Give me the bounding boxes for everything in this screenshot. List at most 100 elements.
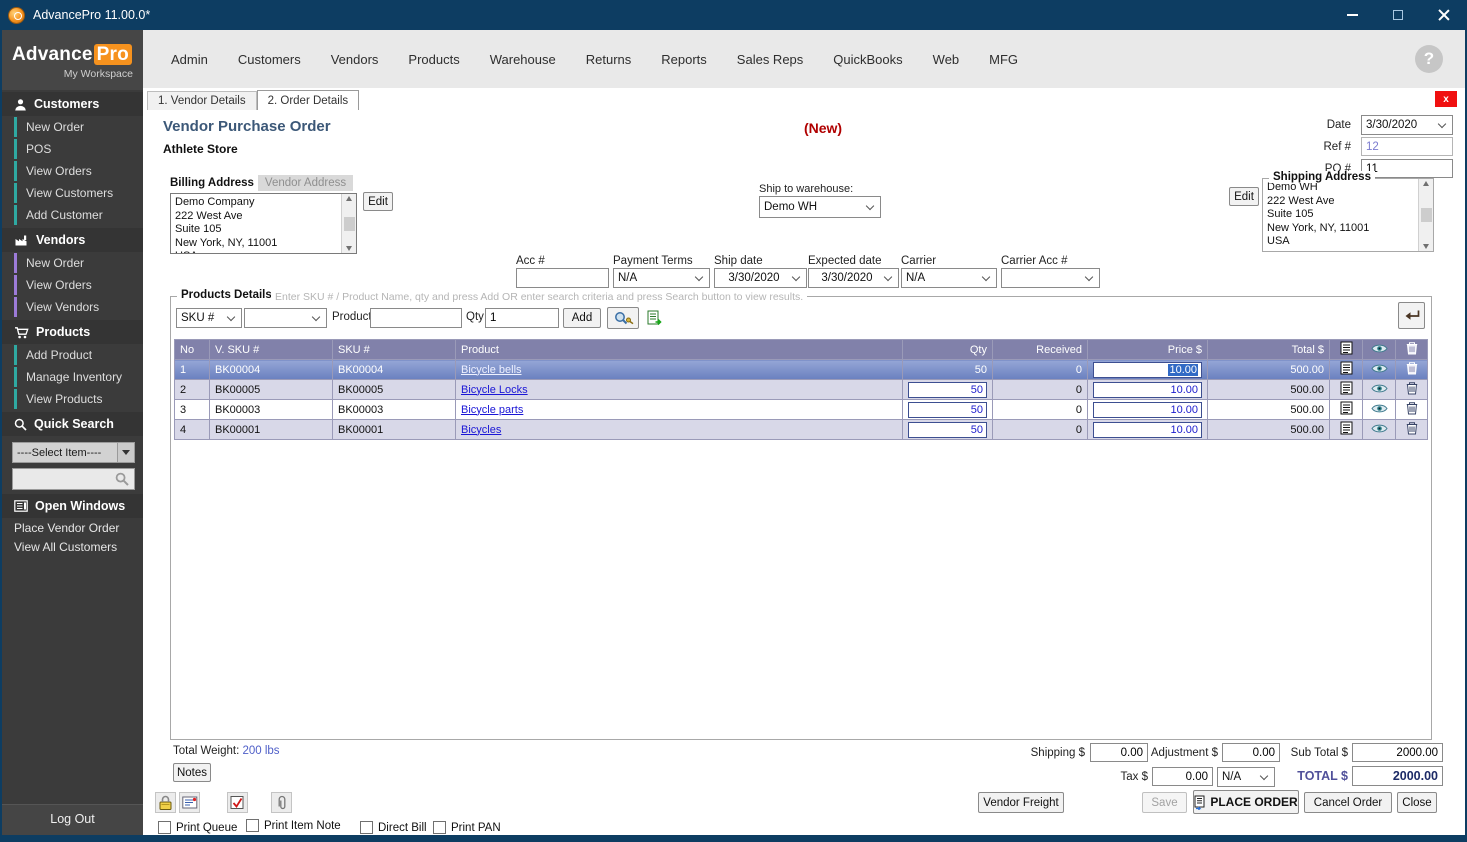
ship-to-warehouse-select[interactable]: Demo WH <box>759 196 881 218</box>
logout-button[interactable]: Log Out <box>2 804 143 835</box>
place-order-button[interactable]: PLACE ORDER <box>1193 790 1299 814</box>
row-delete-button[interactable] <box>1396 380 1428 400</box>
save-button[interactable]: Save <box>1142 792 1187 813</box>
ref-input[interactable] <box>1361 137 1453 156</box>
sku-value-select[interactable] <box>244 308 327 328</box>
row-notes-button[interactable] <box>1330 380 1363 400</box>
sidebar-item-customers-view-orders[interactable]: View Orders <box>14 161 143 181</box>
nav-returns[interactable]: Returns <box>586 52 632 67</box>
product-link[interactable]: Bicycles <box>461 424 501 436</box>
sidebar-item-view-customers[interactable]: View Customers <box>14 183 143 203</box>
table-row[interactable]: 4 BK00001 BK00001 Bicycles 50 0 10.00 50… <box>175 420 1428 440</box>
chevron-down-icon[interactable] <box>117 443 134 462</box>
cancel-order-button[interactable]: Cancel Order <box>1304 792 1392 813</box>
tab-close-button[interactable]: x <box>1435 91 1457 107</box>
close-button[interactable] <box>1421 0 1467 30</box>
direct-bill-checkbox[interactable]: Direct Bill <box>360 821 427 834</box>
help-button[interactable]: ? <box>1415 45 1443 73</box>
sidebar-item-pos[interactable]: POS <box>14 139 143 159</box>
row-notes-button[interactable] <box>1330 420 1363 440</box>
product-link[interactable]: Bicycle bells <box>461 364 522 376</box>
acc-input[interactable] <box>516 268 609 288</box>
sidebar-item-customers-new-order[interactable]: New Order <box>14 117 143 137</box>
nav-vendors[interactable]: Vendors <box>331 52 379 67</box>
tab-vendor-details[interactable]: 1. Vendor Details <box>147 91 257 110</box>
attachment-button[interactable] <box>271 792 292 813</box>
product-search-input[interactable] <box>370 308 462 328</box>
qty-input[interactable]: 50 <box>908 382 987 398</box>
quick-search-input[interactable] <box>12 468 135 490</box>
print-pan-checkbox[interactable]: Print PAN <box>433 821 501 834</box>
import-list-icon[interactable] <box>647 310 663 329</box>
sidebar-item-view-products[interactable]: View Products <box>14 389 143 409</box>
billing-edit-button[interactable]: Edit <box>363 192 393 211</box>
product-link[interactable]: Bicycle Locks <box>461 384 528 396</box>
billing-address-tab[interactable]: Billing Address <box>170 175 258 191</box>
row-view-button[interactable] <box>1363 380 1396 400</box>
tab-order-details[interactable]: 2. Order Details <box>257 90 360 110</box>
qty-input[interactable]: 50 <box>908 402 987 418</box>
qty-input[interactable] <box>485 308 559 328</box>
row-view-button[interactable] <box>1363 400 1396 420</box>
open-window-place-vendor-order[interactable]: Place Vendor Order <box>2 518 143 537</box>
billing-address-scrollbar[interactable] <box>341 194 356 253</box>
nav-products[interactable]: Products <box>408 52 459 67</box>
table-row[interactable]: 2 BK00005 BK00005 Bicycle Locks 50 0 10.… <box>175 380 1428 400</box>
search-button[interactable] <box>607 307 639 329</box>
nav-admin[interactable]: Admin <box>171 52 208 67</box>
row-notes-button[interactable] <box>1330 400 1363 420</box>
lock-button[interactable] <box>155 792 176 813</box>
notes-button[interactable]: Notes <box>173 763 211 782</box>
nav-customers[interactable]: Customers <box>238 52 301 67</box>
nav-web[interactable]: Web <box>933 52 960 67</box>
carrier-acc-select[interactable] <box>1001 268 1100 288</box>
expected-date-select[interactable]: 3/30/2020 <box>808 268 899 288</box>
vendor-address-tab[interactable]: Vendor Address <box>258 175 353 191</box>
sku-type-select[interactable]: SKU # <box>176 308 242 328</box>
nav-reports[interactable]: Reports <box>661 52 707 67</box>
sidebar-item-add-customer[interactable]: Add Customer <box>14 205 143 225</box>
product-link[interactable]: Bicycle parts <box>461 404 523 416</box>
nav-mfg[interactable]: MFG <box>989 52 1018 67</box>
price-input[interactable]: 10.00 <box>1093 382 1202 398</box>
sidebar-item-view-vendors[interactable]: View Vendors <box>14 297 143 317</box>
row-view-button[interactable] <box>1363 420 1396 440</box>
row-delete-button[interactable] <box>1396 360 1428 380</box>
row-notes-button[interactable] <box>1330 360 1363 380</box>
shipping-edit-button[interactable]: Edit <box>1229 187 1259 206</box>
close-order-button[interactable]: Close <box>1397 792 1437 813</box>
row-delete-button[interactable] <box>1396 420 1428 440</box>
carrier-select[interactable]: N/A <box>901 268 997 288</box>
tax-input[interactable] <box>1152 767 1213 786</box>
add-button[interactable]: Add <box>563 308 601 328</box>
item-note-button[interactable] <box>179 792 200 813</box>
price-input[interactable]: 10.00 <box>1093 422 1202 438</box>
vendor-freight-button[interactable]: Vendor Freight <box>978 792 1064 813</box>
minimize-button[interactable] <box>1329 0 1375 30</box>
print-queue-checkbox[interactable]: Print Queue <box>158 821 237 834</box>
enter-button[interactable] <box>1398 302 1425 329</box>
print-check-button[interactable] <box>227 792 248 813</box>
price-input[interactable]: 10.00 <box>1093 402 1202 418</box>
row-view-button[interactable] <box>1363 360 1396 380</box>
sidebar-item-vendors-new-order[interactable]: New Order <box>14 253 143 273</box>
sidebar-item-vendors-view-orders[interactable]: View Orders <box>14 275 143 295</box>
nav-quickbooks[interactable]: QuickBooks <box>833 52 902 67</box>
price-input[interactable]: 10.00 <box>1093 362 1202 378</box>
nav-warehouse[interactable]: Warehouse <box>490 52 556 67</box>
shipping-address-scrollbar[interactable] <box>1418 179 1433 251</box>
qty-input[interactable]: 50 <box>908 422 987 438</box>
open-window-view-all-customers[interactable]: View All Customers <box>2 537 143 556</box>
row-delete-button[interactable] <box>1396 400 1428 420</box>
date-select[interactable]: 3/30/2020 <box>1361 115 1453 135</box>
maximize-button[interactable] <box>1375 0 1421 30</box>
table-row[interactable]: 3 BK00003 BK00003 Bicycle parts 50 0 10.… <box>175 400 1428 420</box>
ship-date-select[interactable]: 3/30/2020 <box>714 268 807 288</box>
nav-sales-reps[interactable]: Sales Reps <box>737 52 803 67</box>
payment-terms-select[interactable]: N/A <box>613 268 710 288</box>
sidebar-item-manage-inventory[interactable]: Manage Inventory <box>14 367 143 387</box>
table-row[interactable]: 1 BK00004 BK00004 Bicycle bells 50 0 10.… <box>175 360 1428 380</box>
quick-search-select[interactable]: ----Select Item---- <box>12 442 135 463</box>
sidebar-item-add-product[interactable]: Add Product <box>14 345 143 365</box>
print-item-note-checkbox[interactable]: Print Item Note <box>246 819 341 832</box>
